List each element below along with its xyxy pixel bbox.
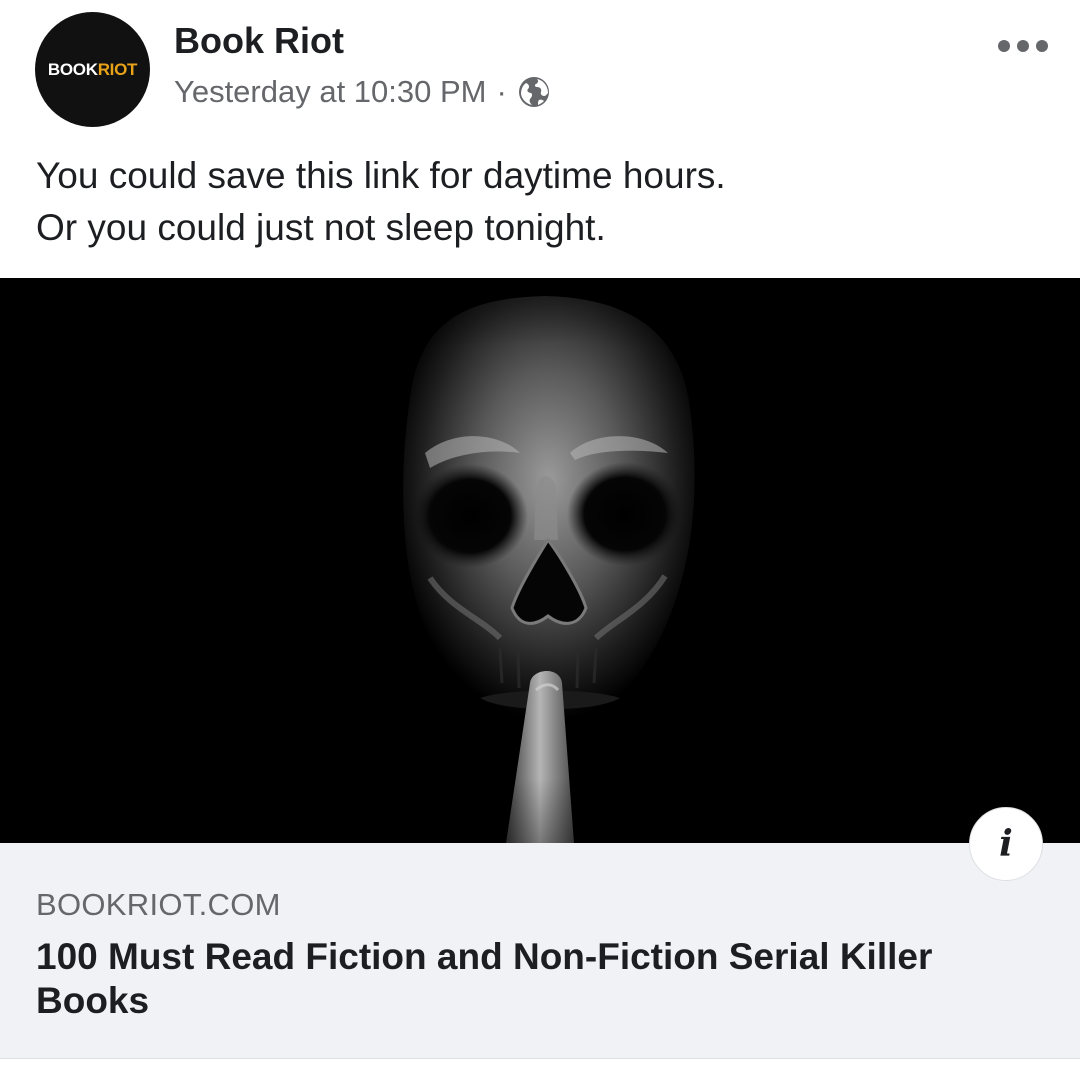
post-message-line: You could save this link for daytime hou… [36,155,726,196]
info-button[interactable]: i [969,807,1043,881]
post-meta: Yesterday at 10:30 PM · [174,74,551,110]
meta-separator: · [496,74,507,109]
page-name-link[interactable]: Book Riot [174,20,344,62]
globe-icon [517,75,551,109]
post-message: You could save this link for daytime hou… [36,150,1036,254]
link-preview-image[interactable] [0,278,1080,843]
more-dot [1017,40,1029,52]
more-dot [1036,40,1048,52]
book-riot-logo: BOOKRIOT [47,59,138,79]
post-header: BOOKRIOT Book Riot Yesterday at 10:30 PM… [0,0,1080,140]
more-dot [998,40,1010,52]
more-options-button[interactable] [998,36,1048,56]
link-title[interactable]: 100 Must Read Fiction and Non-Fiction Se… [36,935,1036,1023]
post-timestamp[interactable]: Yesterday at 10:30 PM [174,74,487,110]
page-avatar[interactable]: BOOKRIOT [35,12,150,127]
post-message-line: Or you could just not sleep tonight. [36,207,606,248]
info-icon: i [999,823,1013,865]
link-domain: BOOKRIOT.COM [36,887,281,922]
link-preview-card[interactable]: BOOKRIOT.COM 100 Must Read Fiction and N… [0,843,1080,1059]
skull-face-illustration [0,278,1080,843]
